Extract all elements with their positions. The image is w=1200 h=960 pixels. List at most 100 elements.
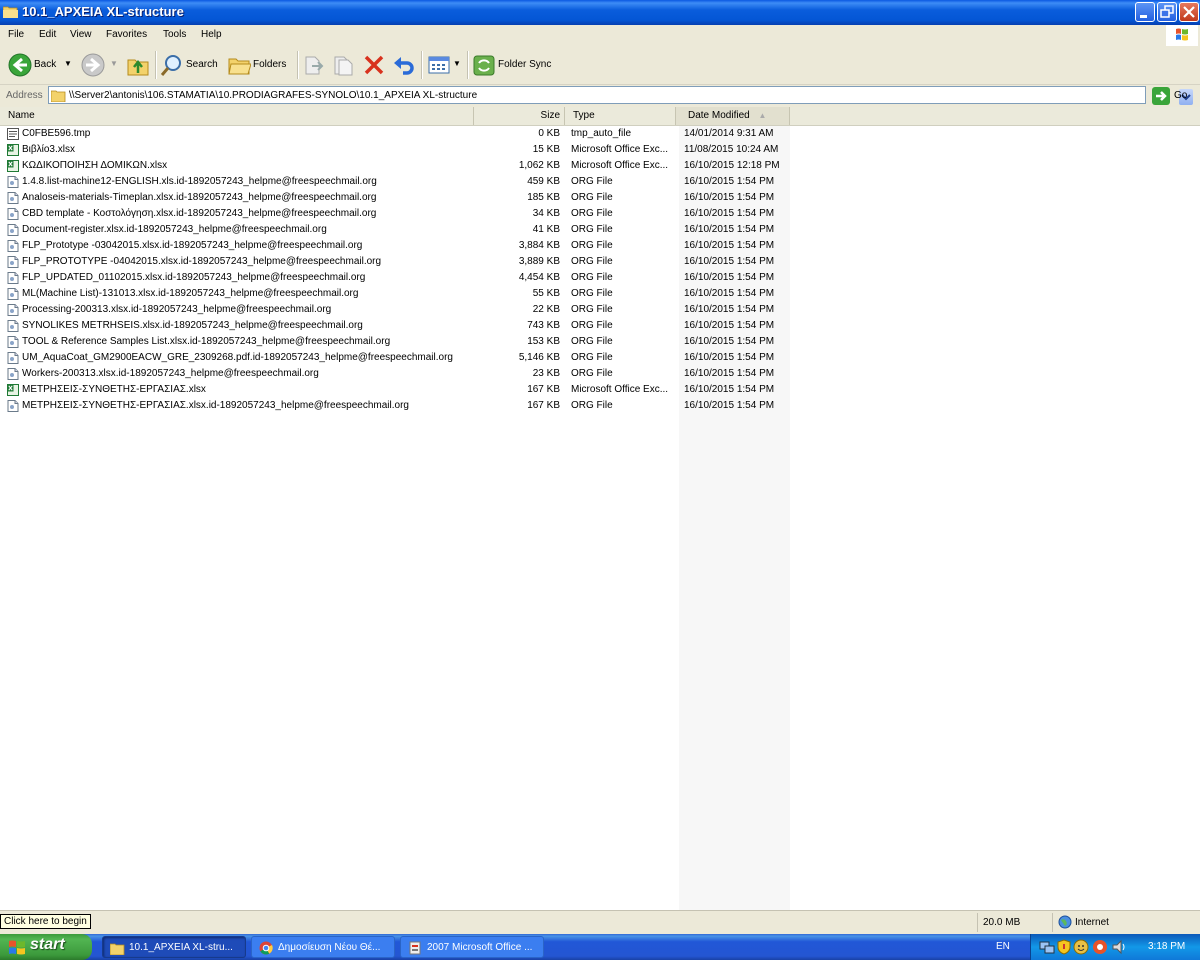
- go-button[interactable]: Go: [1150, 87, 1196, 105]
- file-size: 3,889 KB: [518, 256, 560, 267]
- file-row[interactable]: 1.4.8.list-machine12-ENGLISH.xls.id-1892…: [0, 174, 800, 190]
- file-name: Analoseis-materials-Timeplan.xlsx.id-189…: [22, 192, 377, 203]
- back-button[interactable]: Back ▼: [6, 52, 74, 78]
- file-date-modified: 16/10/2015 1:54 PM: [684, 400, 775, 411]
- file-date-modified: 11/08/2015 10:24 AM: [684, 144, 779, 155]
- status-divider: [1052, 913, 1053, 932]
- file-date-modified: 16/10/2015 1:54 PM: [684, 192, 775, 203]
- file-row[interactable]: Document-register.xlsx.id-1892057243_hel…: [0, 222, 800, 238]
- restore-button[interactable]: [1157, 2, 1177, 22]
- file-row[interactable]: FLP_PROTOTYPE -04042015.xlsx.id-18920572…: [0, 254, 800, 270]
- file-row[interactable]: Processing-200313.xlsx.id-1892057243_hel…: [0, 302, 800, 318]
- close-button[interactable]: [1179, 2, 1199, 22]
- title-bar[interactable]: 10.1_ΑΡΧΕΙΑ XL-structure: [0, 0, 1200, 25]
- generic-file-icon: [7, 272, 19, 284]
- views-button[interactable]: ▼: [427, 53, 463, 77]
- file-size: 41 KB: [532, 224, 560, 235]
- column-header-name[interactable]: Name: [0, 107, 474, 125]
- file-name: ΜΕΤΡΗΣΕΙΣ-ΣΥΝΘΕΤΗΣ-ΕΡΓΑΣΙΑΣ.xlsx: [22, 384, 206, 395]
- windows-logo: [1166, 25, 1198, 46]
- back-label: Back: [34, 59, 57, 70]
- file-row[interactable]: C0FBE596.tmp 0 KB tmp_auto_file 14/01/2014 …: [0, 126, 800, 142]
- file-date-modified: 16/10/2015 1:54 PM: [684, 272, 775, 283]
- file-name: UM_AquaCoat_GM2900EACW_GRE_2309268.pdf.i…: [22, 352, 453, 363]
- file-row[interactable]: Workers-200313.xlsx.id-1892057243_helpme…: [0, 366, 800, 382]
- file-row[interactable]: FLP_UPDATED_01102015.xlsx.id-1892057243_…: [0, 270, 800, 286]
- go-arrow-icon: [1152, 87, 1170, 105]
- generic-file-icon: [7, 352, 19, 364]
- file-row[interactable]: SYNOLIKES METRHSEIS.xlsx.id-1892057243_h…: [0, 318, 800, 334]
- file-name: ΚΩΔΙΚΟΠΟΙΗΣΗ ΔΟΜΙΚΩΝ.xlsx: [22, 160, 168, 171]
- minimize-button[interactable]: [1135, 2, 1155, 22]
- status-bar: Click here to begin 20.0 MB Internet: [0, 910, 1200, 935]
- forward-dropdown-icon[interactable]: ▼: [110, 59, 118, 68]
- menu-view[interactable]: View: [70, 29, 92, 40]
- file-row[interactable]: ML(Machine List)-131013.xlsx.id-18920572…: [0, 286, 800, 302]
- copy-to-icon[interactable]: [332, 54, 354, 76]
- file-row[interactable]: ΚΩΔΙΚΟΠΟΙΗΣΗ ΔΟΜΙΚΩΝ.xlsx 1,062 KB Microso…: [0, 158, 800, 174]
- undo-icon[interactable]: [392, 54, 414, 76]
- file-size: 15 KB: [532, 144, 560, 155]
- messenger-icon[interactable]: [1073, 939, 1089, 955]
- search-button[interactable]: Search: [160, 52, 222, 78]
- toolbar-separator: [155, 51, 157, 79]
- generic-file-icon: [7, 192, 19, 204]
- file-type: ORG File: [571, 352, 613, 363]
- taskbar-item-explorer[interactable]: 10.1_ΑΡΧΕΙΑ XL-stru...: [102, 936, 246, 958]
- file-type: ORG File: [571, 240, 613, 251]
- file-row[interactable]: Analoseis-materials-Timeplan.xlsx.id-189…: [0, 190, 800, 206]
- language-indicator[interactable]: EN: [996, 941, 1010, 952]
- generic-file-icon: [7, 240, 19, 252]
- generic-file-icon: [7, 208, 19, 220]
- go-label: Go: [1174, 90, 1188, 101]
- menu-help[interactable]: Help: [201, 29, 222, 40]
- taskbar-item-chrome[interactable]: Δημοσίευση Νέου Θέ...: [251, 936, 395, 958]
- delete-icon[interactable]: [363, 54, 385, 76]
- file-row[interactable]: FLP_Prototype -03042015.xlsx.id-18920572…: [0, 238, 800, 254]
- file-type: Microsoft Office Exc...: [571, 160, 669, 171]
- file-row[interactable]: ΜΕΤΡΗΣΕΙΣ-ΣΥΝΘΕΤΗΣ-ΕΡΓΑΣΙΑΣ.xlsx 167 KB Mi…: [0, 382, 800, 398]
- taskbar-item-label: Δημοσίευση Νέου Θέ...: [278, 942, 381, 953]
- excel-file-icon: [7, 160, 19, 172]
- views-dropdown-icon[interactable]: ▼: [453, 59, 461, 68]
- column-header-size[interactable]: Size: [474, 107, 565, 125]
- taskbar-item-office[interactable]: 2007 Microsoft Office ...: [400, 936, 544, 958]
- file-size: 0 KB: [538, 128, 560, 139]
- security-shield-icon[interactable]: [1057, 939, 1071, 955]
- move-to-icon[interactable]: [303, 54, 325, 76]
- file-date-modified: 16/10/2015 1:54 PM: [684, 288, 775, 299]
- address-label: Address: [6, 90, 43, 101]
- file-row[interactable]: ΜΕΤΡΗΣΕΙΣ-ΣΥΝΘΕΤΗΣ-ΕΡΓΑΣΙΑΣ.xlsx.id-1892…: [0, 398, 800, 414]
- file-row[interactable]: TOOL & Reference Samples List.xlsx.id-18…: [0, 334, 800, 350]
- file-name: C0FBE596.tmp: [22, 128, 91, 139]
- forward-button[interactable]: ▼: [80, 52, 120, 78]
- file-row[interactable]: Βιβλίο3.xlsx 15 KB Microsoft Office Exc...…: [0, 142, 800, 158]
- antivirus-icon[interactable]: [1091, 938, 1109, 956]
- file-row[interactable]: CBD template - Κοστολόγηση.xlsx.id-18920…: [0, 206, 800, 222]
- generic-file-icon: [7, 256, 19, 268]
- column-header-date[interactable]: Date Modified ▲: [676, 107, 790, 125]
- menu-edit[interactable]: Edit: [39, 29, 56, 40]
- clock[interactable]: 3:18 PM: [1148, 941, 1185, 952]
- folder-sync-button[interactable]: Folder Sync: [472, 52, 556, 78]
- address-field[interactable]: \\Server2\antonis\106.STAMATIA\10.PRODIA…: [48, 86, 1193, 105]
- column-header-type[interactable]: Type: [565, 107, 676, 125]
- file-type: ORG File: [571, 304, 613, 315]
- start-button[interactable]: start: [0, 934, 92, 960]
- file-size: 4,454 KB: [518, 272, 560, 283]
- network-icon[interactable]: [1039, 939, 1055, 955]
- folder-sync-label: Folder Sync: [498, 59, 552, 70]
- up-folder-icon[interactable]: [126, 53, 150, 77]
- menu-favorites[interactable]: Favorites: [106, 29, 147, 40]
- menu-file[interactable]: File: [8, 29, 24, 40]
- file-row[interactable]: UM_AquaCoat_GM2900EACW_GRE_2309268.pdf.i…: [0, 350, 800, 366]
- volume-icon[interactable]: [1111, 939, 1127, 955]
- taskbar-item-label: 2007 Microsoft Office ...: [427, 942, 533, 953]
- back-dropdown-icon[interactable]: ▼: [64, 59, 72, 68]
- menu-tools[interactable]: Tools: [163, 29, 186, 40]
- file-name: Document-register.xlsx.id-1892057243_hel…: [22, 224, 327, 235]
- file-type: ORG File: [571, 320, 613, 331]
- folders-button[interactable]: Folders: [227, 52, 293, 78]
- generic-file-icon: [7, 176, 19, 188]
- status-total-size: 20.0 MB: [983, 917, 1021, 928]
